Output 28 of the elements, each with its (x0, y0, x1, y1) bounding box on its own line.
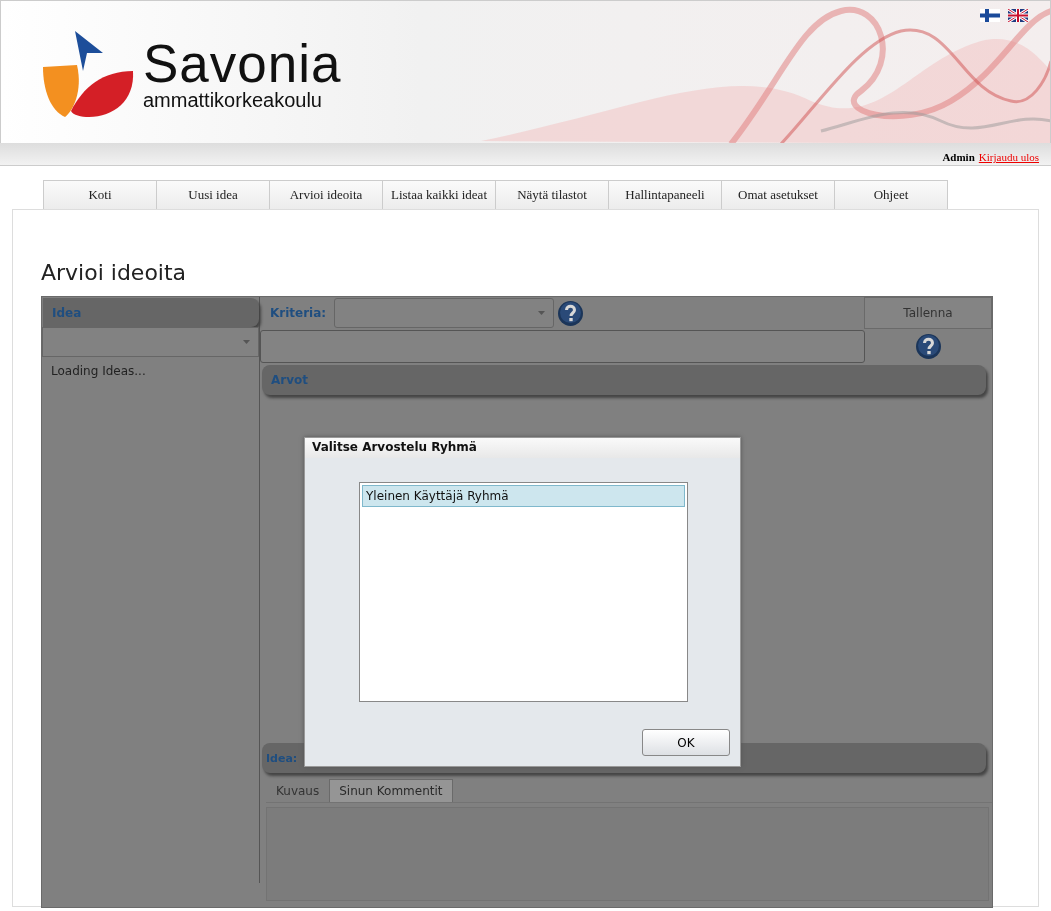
nav-tab[interactable]: Omat asetukset (721, 180, 835, 209)
tab[interactable]: Sinun Kommentit (329, 779, 453, 802)
nav-tab[interactable]: Koti (43, 180, 157, 209)
nav-tab[interactable]: Hallintapaneeli (608, 180, 722, 209)
user-name: Admin (942, 151, 975, 163)
panel-header: Idea (43, 298, 259, 327)
panel-header: Arvot (262, 365, 986, 395)
finnish-flag-icon[interactable] (980, 9, 1000, 22)
nav-tab[interactable]: Listaa kaikki ideat (382, 180, 496, 209)
criteria-label: Kriteria: (269, 306, 328, 320)
list-item[interactable]: Yleinen Käyttäjä Ryhmä (362, 485, 685, 507)
page-title: Arvioi ideoita (40, 259, 188, 287)
logo-icon (43, 31, 135, 119)
dropdown-arrow-icon (538, 311, 546, 315)
text-field[interactable] (260, 329, 865, 363)
logo-subtitle: ammattikorkeakoulu (143, 89, 323, 111)
logo-name: Savonia (143, 39, 342, 89)
help-icon[interactable] (915, 332, 942, 360)
help-icon[interactable] (557, 299, 585, 327)
logout-link[interactable]: Kirjaudu ulos (978, 151, 1039, 163)
dropdown-arrow-icon (243, 340, 250, 344)
nav-tab[interactable]: Arvioi ideoita (269, 180, 383, 209)
loading-text: Loading Ideas... (50, 363, 147, 380)
nav-tab[interactable]: Ohjeet (834, 180, 948, 209)
nav-tab[interactable]: Uusi idea (156, 180, 270, 209)
nav-tab[interactable]: Näytä tilastot (495, 180, 609, 209)
dialog-title: Valitse Arvostelu Ryhmä (305, 438, 740, 458)
british-flag-icon[interactable] (1008, 9, 1028, 22)
